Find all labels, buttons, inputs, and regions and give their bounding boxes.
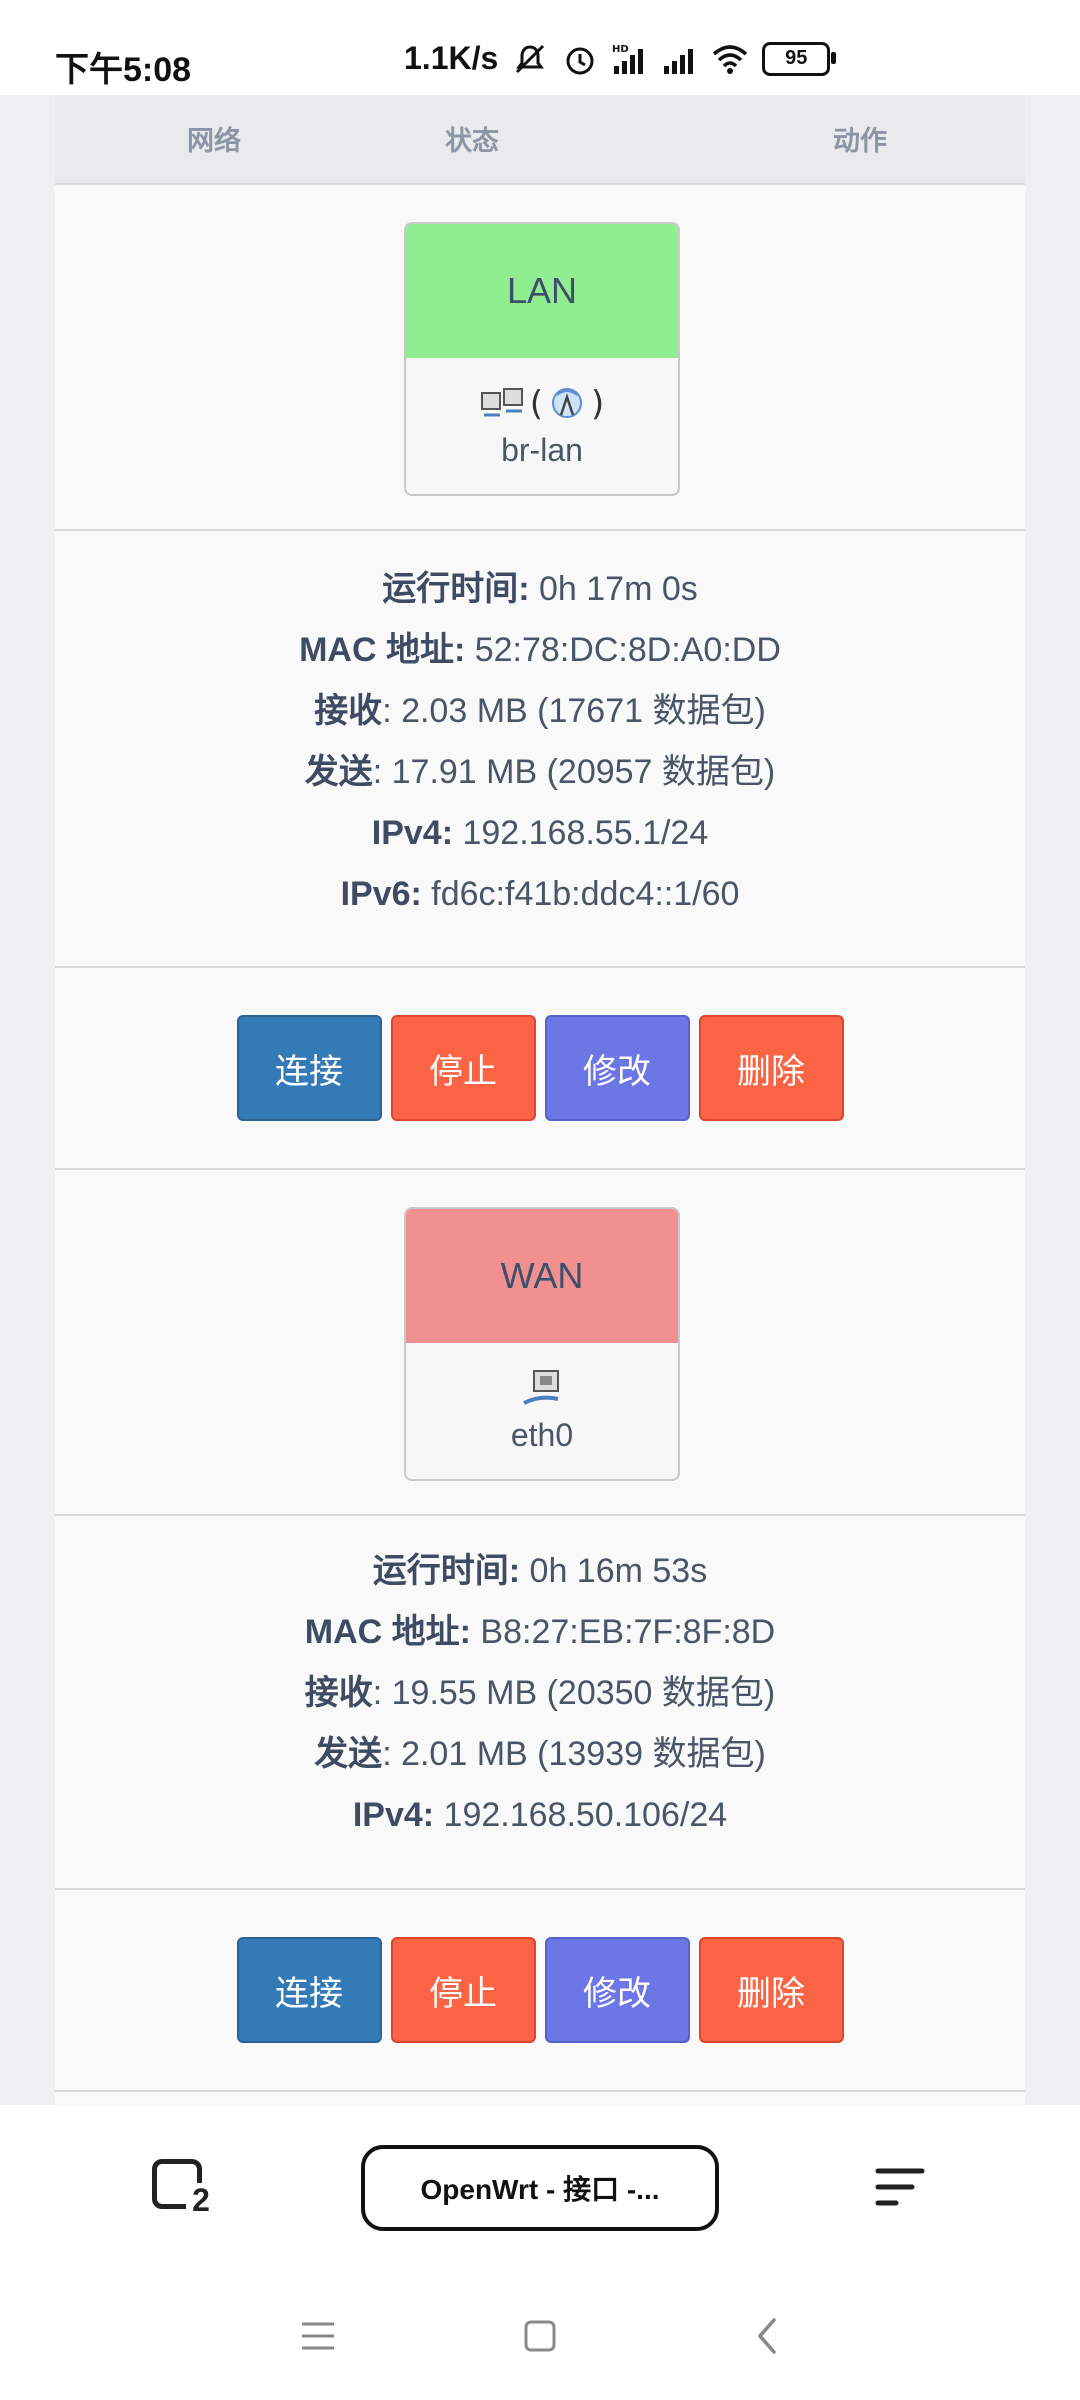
lan-status-cell: 运行时间: 0h 17m 0s MAC 地址: 52:78:DC:8D:A0:D… <box>55 531 1025 968</box>
svg-text:HD: HD <box>612 44 629 55</box>
menu-icon[interactable] <box>874 2165 926 2213</box>
address-bar[interactable]: OpenWrt - 接口 -... <box>361 2145 719 2231</box>
interfaces-table: 网络 状态 动作 LAN () br-lan 运行时间: 0h 17m 0s … <box>55 95 1025 2105</box>
wan-action-cell: 连接 停止 修改 删除 <box>55 1890 1025 2092</box>
lan-card-header: LAN <box>406 224 678 358</box>
lan-network-cell: LAN ( ) br-lan <box>55 185 1025 531</box>
status-bar: 下午5:08 1.1K/s HD 95 <box>0 0 1080 95</box>
status-icons: 1.1K/s HD 95 <box>404 40 837 77</box>
wan-status-cell: 运行时间: 0h 16m 53s MAC 地址: B8:27:EB:7F:8F:… <box>55 1516 1025 1890</box>
paren-close: ) <box>591 384 605 424</box>
lan-rx: 接收: 2.03 MB (17671 数据包) <box>314 692 766 730</box>
lan-stop-button[interactable]: 停止 <box>390 1015 536 1121</box>
wan-uptime: 运行时间: 0h 16m 53s <box>372 1552 708 1590</box>
signal-icon <box>664 48 694 74</box>
lan-tx: 发送: 17.91 MB (20957 数据包) <box>304 753 776 791</box>
wan-device-name: eth0 <box>510 1417 574 1453</box>
browser-toolbar: 2 OpenWrt - 接口 -... <box>0 2105 1080 2272</box>
wireless-icon <box>552 388 582 418</box>
alarm-icon <box>566 47 594 74</box>
wan-mac: MAC 地址: B8:27:EB:7F:8F:8D <box>304 1613 776 1651</box>
wan-network-cell: WAN eth0 <box>55 1170 1025 1516</box>
lan-device-name: br-lan <box>501 432 583 468</box>
back-icon[interactable] <box>746 2314 790 2358</box>
lan-delete-button[interactable]: 删除 <box>698 1015 844 1121</box>
bridge-icon <box>480 388 523 417</box>
ethernet-icon <box>523 1370 559 1405</box>
paren-open: ( <box>529 384 543 424</box>
lan-edit-button[interactable]: 修改 <box>544 1015 690 1121</box>
header-status: 状态 <box>445 126 499 157</box>
home-icon[interactable] <box>518 2314 562 2358</box>
header-action: 动作 <box>833 126 887 157</box>
lan-uptime: 运行时间: 0h 17m 0s <box>382 570 698 608</box>
status-time: 下午5:08 <box>55 51 192 89</box>
wifi-icon <box>713 44 748 74</box>
wan-ipv4: IPv4: 192.168.50.106/24 <box>352 1796 728 1834</box>
table-header: 网络 状态 动作 <box>55 95 1025 185</box>
wan-edit-button[interactable]: 修改 <box>544 1937 690 2043</box>
wan-card-header: WAN <box>406 1209 678 1343</box>
tab-count[interactable]: 2 <box>186 2183 216 2217</box>
wan-stop-button[interactable]: 停止 <box>390 1937 536 2043</box>
lan-action-cell: 连接 停止 修改 删除 <box>55 968 1025 1170</box>
wan-rx: 接收: 19.55 MB (20350 数据包) <box>304 1674 776 1712</box>
hd-signal-icon: HD <box>612 44 644 74</box>
wan-tx: 发送: 2.01 MB (13939 数据包) <box>314 1735 766 1773</box>
lan-mac: MAC 地址: 52:78:DC:8D:A0:DD <box>299 631 781 669</box>
mute-bell-icon <box>516 44 545 73</box>
network-speed: 1.1K/s <box>404 40 499 76</box>
lan-connect-button[interactable]: 连接 <box>236 1015 382 1121</box>
header-network: 网络 <box>187 126 241 157</box>
recents-icon[interactable] <box>296 2314 340 2358</box>
system-nav-bar <box>0 2270 1080 2400</box>
wan-delete-button[interactable]: 删除 <box>698 1937 844 2043</box>
battery-icon: 95 <box>762 41 837 76</box>
wan-interface-card: WAN eth0 <box>404 1207 680 1481</box>
lan-ipv6: IPv6: fd6c:f41b:ddc4::1/60 <box>340 875 740 913</box>
lan-ipv4: IPv4: 192.168.55.1/24 <box>371 814 709 852</box>
lan-interface-card: LAN ( ) br-lan <box>404 222 680 496</box>
wan-connect-button[interactable]: 连接 <box>236 1937 382 2043</box>
